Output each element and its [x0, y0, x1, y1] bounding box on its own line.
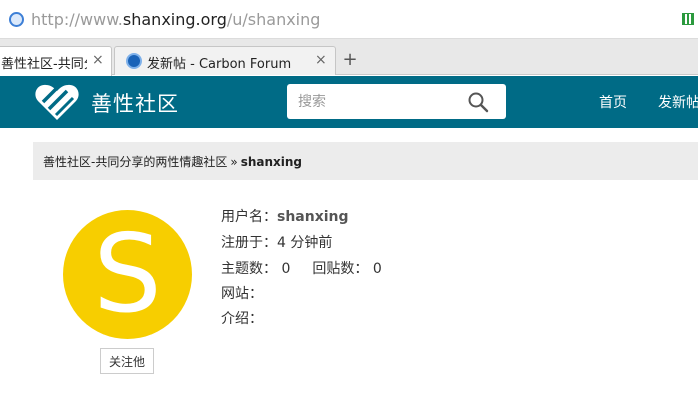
- tab-title: 善性社区-共同分享: [1, 57, 87, 72]
- info-bio: 介绍：: [221, 308, 263, 328]
- qr-code-icon[interactable]: [682, 13, 694, 25]
- registered-value: 4 分钟前: [277, 235, 333, 251]
- breadcrumb-separator: »: [230, 155, 238, 169]
- heart-logo-icon[interactable]: [34, 82, 80, 122]
- search-box: [287, 84, 506, 119]
- info-counts: 主题数： 0 回贴数： 0: [221, 258, 382, 278]
- avatar: S: [63, 210, 192, 339]
- bio-label: 介绍：: [221, 311, 263, 327]
- replies-value: 0: [372, 261, 382, 277]
- search-input[interactable]: [287, 84, 457, 119]
- globe-icon: [9, 12, 24, 27]
- username-label: 用户名：: [221, 209, 277, 225]
- tab-close-icon[interactable]: ×: [315, 52, 327, 68]
- follow-button[interactable]: 关注他: [100, 348, 154, 374]
- breadcrumb-home-link[interactable]: 善性社区-共同分享的两性情趣社区: [43, 155, 227, 169]
- nav-home[interactable]: 首页: [599, 92, 627, 112]
- search-icon[interactable]: [467, 91, 489, 113]
- tab-close-icon[interactable]: ×: [92, 52, 104, 68]
- tab-carbon-forum[interactable]: 发新帖 - Carbon Forum ×: [114, 46, 336, 75]
- tab-strip: 善性社区-共同分享 × 发新帖 - Carbon Forum × +: [0, 39, 698, 76]
- breadcrumb-current: shanxing: [240, 155, 302, 169]
- site-header: 善性社区 首页 发新帖: [0, 76, 698, 128]
- info-username: 用户名：shanxing: [221, 206, 349, 226]
- nav-new-post[interactable]: 发新帖: [658, 92, 698, 112]
- replies-label: 回贴数：: [312, 261, 369, 277]
- topics-value: 0: [281, 261, 291, 277]
- info-website: 网站：: [221, 283, 263, 303]
- new-tab-button[interactable]: +: [339, 51, 361, 71]
- tab-shanxing-profile[interactable]: 善性社区-共同分享 ×: [0, 46, 112, 76]
- tab-title: 发新帖 - Carbon Forum: [147, 57, 292, 72]
- info-registered: 注册于：4 分钟前: [221, 232, 332, 252]
- topics-label: 主题数：: [221, 261, 277, 277]
- url-text[interactable]: http://www.shanxing.org/u/shanxing: [31, 10, 320, 29]
- site-name[interactable]: 善性社区: [91, 88, 179, 118]
- registered-label: 注册于：: [221, 235, 277, 251]
- carbon-forum-favicon-icon: [126, 53, 142, 69]
- website-label: 网站：: [221, 286, 263, 302]
- username-value: shanxing: [277, 209, 349, 225]
- breadcrumb: 善性社区-共同分享的两性情趣社区» shanxing: [33, 142, 698, 180]
- address-bar[interactable]: http://www.shanxing.org/u/shanxing: [0, 0, 698, 39]
